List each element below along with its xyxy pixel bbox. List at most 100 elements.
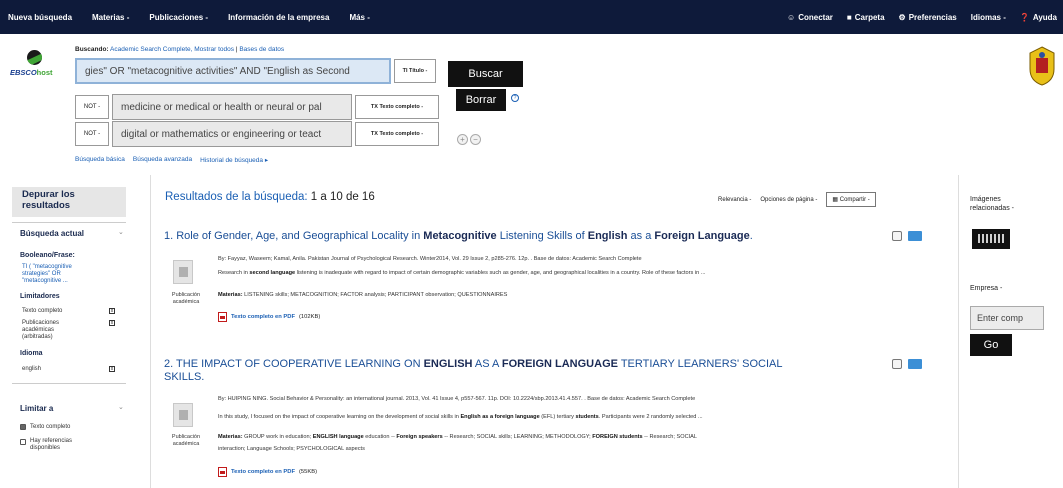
- preview-icon[interactable]: [892, 359, 902, 369]
- company-input[interactable]: Enter comp: [970, 306, 1044, 330]
- fulltext-checkbox[interactable]: [20, 424, 26, 430]
- refine-results-heading: Depurar los resultados: [12, 187, 126, 217]
- field-select-3[interactable]: TX Texto completo -: [355, 122, 439, 146]
- nav-sign-in[interactable]: ☺ Conectar: [787, 13, 833, 22]
- boolean-phrase-label: Booleano/Frase:: [20, 252, 75, 259]
- language-value: english: [22, 366, 42, 372]
- nav-subjects[interactable]: Materias -: [92, 13, 129, 22]
- help-icon: ❓: [1019, 12, 1030, 22]
- limiter-scholarly-line3: (arbitradas): [22, 334, 53, 340]
- references-label-line1: Hay referencias: [30, 438, 73, 444]
- right-column-divider: [958, 175, 959, 488]
- choose-databases-link[interactable]: Bases de datos: [239, 46, 284, 53]
- pdf-fulltext-2: Texto completo en PDF (55KB): [218, 467, 317, 477]
- show-all-link[interactable]: Mostrar todos: [194, 46, 234, 53]
- divider: [12, 383, 126, 384]
- search-input-3[interactable]: digital or mathematics or engineering or…: [112, 121, 352, 147]
- result-subjects-2-line2: interaction; Language Schools; PSYCHOLOG…: [218, 446, 365, 452]
- advanced-search-link[interactable]: Búsqueda avanzada: [133, 156, 192, 164]
- nav-company-info[interactable]: Información de la empresa: [228, 13, 329, 22]
- nav-publications[interactable]: Publicaciones -: [149, 13, 208, 22]
- results-range: 1 a 10 de 16: [310, 191, 375, 203]
- top-navigation-bar: Nueva búsqueda Materias - Publicaciones …: [0, 0, 1063, 34]
- nav-languages[interactable]: Idiomas -: [971, 13, 1006, 22]
- search-row-2: NOT - medicine or medical or health or n…: [75, 94, 439, 120]
- references-checkbox[interactable]: [20, 439, 26, 445]
- institution-crest-icon: [1029, 46, 1055, 86]
- nav-preferences[interactable]: ⚙ Preferencias: [899, 13, 957, 22]
- nav-help[interactable]: ❓ Ayuda: [1020, 13, 1057, 22]
- search-row-3: NOT - digital or mathematics or engineer…: [75, 121, 439, 147]
- clear-button[interactable]: Borrar: [456, 89, 506, 111]
- person-icon: ☺: [787, 12, 796, 22]
- help-icon[interactable]: ?: [511, 94, 519, 102]
- collapse-icon[interactable]: ⌄: [118, 403, 124, 411]
- field-select-2[interactable]: TX Texto completo -: [355, 95, 439, 119]
- language-label: Idioma: [20, 350, 43, 357]
- nav-new-search[interactable]: Nueva búsqueda: [8, 13, 72, 22]
- search-button[interactable]: Buscar: [448, 61, 523, 87]
- share-button[interactable]: ▦ Compartir -: [826, 192, 876, 207]
- publication-type-icon: [173, 260, 193, 284]
- results-heading: Resultados de la búsqueda: 1 a 10 de 16: [165, 191, 375, 203]
- pdf-fulltext-1: Texto completo en PDF (102KB): [218, 312, 320, 322]
- remove-limiter-scholarly-icon[interactable]: x: [109, 320, 115, 326]
- gear-icon: ⚙: [898, 12, 906, 22]
- remove-language-icon[interactable]: x: [109, 366, 115, 372]
- remove-row-icon[interactable]: −: [470, 134, 481, 145]
- publication-type-label: Publicación académica: [171, 292, 201, 305]
- fulltext-checkbox-label: Texto completo: [30, 424, 71, 430]
- add-row-icon[interactable]: +: [457, 134, 468, 145]
- boolean-value-line3[interactable]: "metacognitive ...: [22, 278, 68, 284]
- divider: [12, 222, 126, 223]
- database-name: Academic Search Complete,: [110, 46, 193, 53]
- search-input-1[interactable]: gies" OR "metacognitive activities" AND …: [75, 58, 391, 84]
- share-icon: ▦: [832, 197, 840, 203]
- related-images-heading[interactable]: Imágenes relacionadas -: [970, 195, 1014, 213]
- limiters-label: Limitadores: [20, 293, 60, 300]
- nav-folder[interactable]: ■ Carpeta: [847, 13, 885, 22]
- search-history-link[interactable]: Historial de búsqueda ▸: [200, 156, 268, 164]
- field-select-1[interactable]: TI Título -: [394, 59, 436, 83]
- result-title-1[interactable]: 1. Role of Gender, Age, and Geographical…: [164, 230, 753, 243]
- collapse-icon[interactable]: ⌄: [118, 228, 124, 236]
- results-toolbar: Relevancia - Opciones de página - ▦ Comp…: [718, 192, 876, 207]
- limiter-fulltext: Texto completo: [22, 308, 63, 314]
- left-column-divider: [150, 175, 151, 488]
- publication-type-label: Publicación académica: [171, 434, 201, 447]
- search-input-2[interactable]: medicine or medical or health or neural …: [112, 94, 352, 120]
- references-label-line2: disponibles: [30, 445, 61, 451]
- ebsco-logo[interactable]: EBSCOhost: [10, 50, 60, 86]
- search-mode-links: Búsqueda básica Búsqueda avanzada Histor…: [75, 156, 268, 164]
- result-subjects-1: Materias: LISTENING skills; METACOGNITIO…: [218, 292, 508, 298]
- result-abstract-2: In this study, I focused on the impact o…: [218, 414, 703, 420]
- result-meta-1: By: Fayyaz, Waseem; Kamal, Anila. Pakist…: [218, 256, 642, 262]
- pdf-link-2[interactable]: Texto completo en PDF: [231, 469, 295, 475]
- boolean-value-line2[interactable]: strategies" OR: [22, 271, 61, 277]
- ebsco-globe-icon: [27, 50, 42, 65]
- operator-select-3[interactable]: NOT -: [75, 122, 109, 146]
- add-to-folder-icon[interactable]: [908, 359, 922, 369]
- pdf-link-1[interactable]: Texto completo en PDF: [231, 314, 295, 320]
- result-meta-2: By: HUIPING NING. Social Behavior & Pers…: [218, 396, 696, 402]
- limit-to-heading[interactable]: Limitar a: [20, 404, 53, 413]
- preview-icon[interactable]: [892, 231, 902, 241]
- page-options-dropdown[interactable]: Opciones de página -: [760, 197, 817, 203]
- nav-more[interactable]: Más -: [349, 13, 369, 22]
- add-to-folder-icon[interactable]: [908, 231, 922, 241]
- current-search-heading[interactable]: Búsqueda actual: [20, 229, 84, 238]
- remove-limiter-fulltext-icon[interactable]: x: [109, 308, 115, 314]
- boolean-value-line1[interactable]: TI ( "metacognitive: [22, 264, 72, 270]
- company-go-button[interactable]: Go: [970, 334, 1012, 356]
- basic-search-link[interactable]: Búsqueda básica: [75, 156, 125, 164]
- limiter-scholarly-line1: Publicaciones: [22, 320, 60, 326]
- result-title-2[interactable]: 2. THE IMPACT OF COOPERATIVE LEARNING ON…: [164, 358, 782, 384]
- result-actions-1: [892, 231, 922, 241]
- sort-relevance-dropdown[interactable]: Relevancia -: [718, 197, 751, 203]
- result-subjects-2: Materias: GROUP work in education; ENGLI…: [218, 434, 698, 440]
- limiter-scholarly-line2: académicas: [22, 327, 55, 333]
- related-image-thumbnail[interactable]: [972, 229, 1010, 249]
- operator-select-2[interactable]: NOT -: [75, 95, 109, 119]
- search-row-1: gies" OR "metacognitive activities" AND …: [75, 58, 436, 84]
- company-heading[interactable]: Empresa -: [970, 284, 1002, 293]
